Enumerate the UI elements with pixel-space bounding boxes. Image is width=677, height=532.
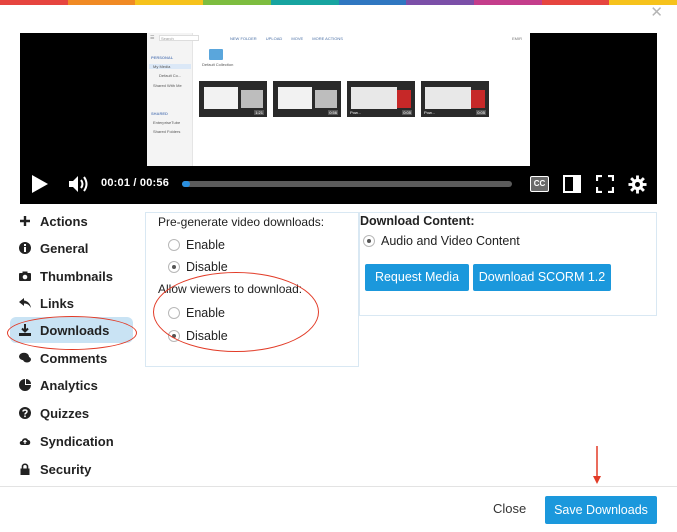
sidebar-item-label: Links (40, 295, 74, 311)
pregenerate-disable-radio[interactable] (168, 261, 180, 273)
playback-time: 00:01 / 00:56 (101, 177, 170, 189)
preview-toolbar-item: UPLOAD (265, 36, 283, 41)
thumbnail-caption: Pow... (424, 110, 435, 115)
sidebar-item-security[interactable]: Security (10, 456, 138, 478)
request-media-button[interactable]: Request Media (365, 264, 469, 291)
progress-fill (182, 181, 191, 187)
rainbow-header-bar (0, 0, 677, 5)
thumbnail-duration: 0:56 (328, 110, 338, 115)
preview-toolbar: NEW FOLDER UPLOAD MOVE MORE ACTIONS (230, 36, 351, 41)
video-player[interactable]: ☰ PERSONAL My Media Default Co... Shared… (20, 33, 657, 204)
cloud-upload-icon (19, 438, 31, 445)
question-icon (19, 407, 31, 419)
annotation-oval-downloads (7, 316, 137, 350)
sidebar-item-analytics[interactable]: Analytics (10, 372, 138, 398)
radio-label: Enable (186, 238, 225, 252)
video-frame: ☰ PERSONAL My Media Default Co... Shared… (147, 33, 530, 166)
preview-toolbar-item: MORE ACTIONS (312, 36, 343, 41)
preview-thumbnail: 1:21 (199, 81, 267, 117)
pregenerate-label: Pre-generate video downloads: (158, 215, 325, 229)
pregenerate-enable-radio[interactable] (168, 239, 180, 251)
info-icon (19, 242, 31, 254)
preview-thumbnail: Pow... 0:05 (347, 81, 415, 117)
rainbow-segment (473, 0, 542, 5)
camera-icon (19, 271, 31, 281)
preview-section-heading: SHARED (151, 111, 168, 116)
annotation-oval-allow-viewers (153, 272, 319, 352)
progress-bar[interactable] (182, 181, 512, 187)
sidebar-item-label: Comments (40, 350, 108, 366)
preview-item: Shared With Me (153, 83, 182, 88)
settings-gear-icon[interactable] (628, 175, 647, 194)
thumbnail-duration: 0:05 (476, 110, 486, 115)
rainbow-segment (270, 0, 339, 5)
sidebar-item-label: Security (40, 461, 92, 477)
preview-thumbnail: Pow... 0:05 (421, 81, 489, 117)
comments-icon (19, 352, 31, 363)
preview-menu-icon: ☰ (150, 35, 155, 41)
radio-label: Audio and Video Content (381, 234, 520, 248)
annotation-arrow-icon (593, 446, 601, 484)
preview-item: EnterpriseTube (153, 120, 181, 125)
pregenerate-enable-option[interactable]: Enable (168, 238, 225, 252)
rainbow-segment (609, 0, 677, 5)
sidebar-item-label: Syndication (40, 433, 114, 449)
audio-video-radio[interactable] (363, 235, 375, 247)
close-button[interactable]: Close (493, 501, 526, 516)
sidebar-item-thumbnails[interactable]: Thumbnails (10, 263, 138, 289)
audio-video-option[interactable]: Audio and Video Content (363, 234, 520, 248)
thumbnail-duration: 1:21 (254, 110, 264, 115)
preview-thumbnail: 0:56 (273, 81, 341, 117)
preview-item: Default Co... (159, 73, 182, 78)
pie-chart-icon (19, 379, 31, 391)
thumbnail-caption: Pow... (350, 110, 361, 115)
lock-icon (20, 463, 30, 475)
rainbow-segment (135, 0, 204, 5)
preview-toolbar-item: NEW FOLDER (230, 36, 257, 41)
player-controls: 00:01 / 00:56 CC (20, 167, 657, 204)
dialog-footer: Close Save Downloads (0, 486, 677, 532)
download-content-label: Download Content: (360, 214, 475, 228)
download-scorm-button[interactable]: Download SCORM 1.2 (473, 264, 611, 291)
close-dialog-icon[interactable]: ✕ (650, 5, 663, 20)
layout-icon[interactable] (563, 175, 581, 193)
rainbow-segment (406, 0, 474, 5)
preview-search: Search (159, 35, 199, 41)
sidebar-item-actions[interactable]: Actions (10, 208, 138, 234)
rainbow-segment (67, 0, 136, 5)
sidebar-item-general[interactable]: General (10, 235, 138, 261)
rainbow-segment (0, 0, 68, 5)
thumbnail-duration: 0:05 (402, 110, 412, 115)
rainbow-segment (338, 0, 407, 5)
play-icon[interactable] (32, 175, 48, 193)
download-content-panel: Download Content: Audio and Video Conten… (359, 212, 657, 316)
share-arrow-icon (19, 298, 31, 308)
fullscreen-icon[interactable] (596, 175, 614, 193)
sidebar-item-label: Thumbnails (40, 268, 113, 284)
closed-captions-icon[interactable]: CC (530, 176, 549, 192)
volume-icon[interactable] (68, 174, 90, 194)
rainbow-segment (541, 0, 610, 5)
sidebar-item-syndication[interactable]: Syndication (10, 428, 138, 454)
plus-icon (20, 216, 30, 226)
sidebar-item-label: Quizzes (40, 405, 90, 421)
preview-section-heading: PERSONAL (151, 55, 174, 60)
preview-sidebar: ☰ PERSONAL My Media Default Co... Shared… (147, 33, 193, 166)
preview-folder-label: Default Collection (202, 62, 234, 67)
preview-item: Shared Folders (153, 129, 181, 134)
preview-toolbar-item: MOVE (291, 36, 304, 41)
save-downloads-button[interactable]: Save Downloads (545, 496, 657, 524)
preview-item: My Media (149, 64, 191, 69)
sidebar-item-label: General (40, 240, 89, 256)
folder-icon (209, 49, 223, 60)
sidebar-item-label: Actions (40, 213, 88, 229)
sidebar-item-label: Analytics (40, 377, 98, 393)
rainbow-segment (203, 0, 271, 5)
sidebar-item-quizzes[interactable]: Quizzes (10, 400, 138, 426)
sidebar-item-links[interactable]: Links (10, 290, 138, 316)
preview-user: EMIR (512, 36, 522, 41)
